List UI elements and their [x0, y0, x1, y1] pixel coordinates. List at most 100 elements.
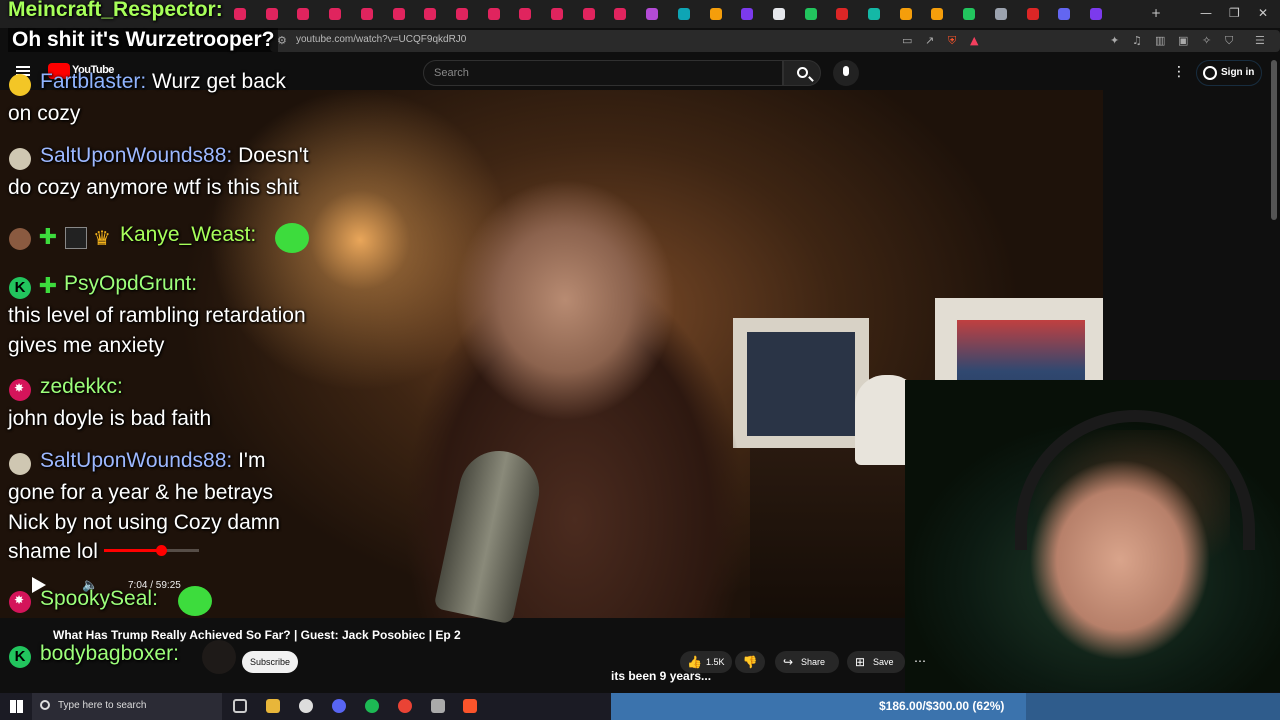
kick-badge-icon: K: [9, 646, 31, 668]
new-tab-icon[interactable]: +: [1151, 6, 1161, 20]
save-button[interactable]: ⊞ Save: [847, 651, 905, 673]
media-icon[interactable]: ♫: [1132, 34, 1142, 47]
thumbs-down-icon: 👎: [742, 655, 758, 669]
browser-tab-favicon-icon[interactable]: [963, 8, 976, 20]
taskbar-search[interactable]: Type here to search: [32, 693, 222, 720]
chrome-icon[interactable]: [398, 699, 412, 713]
voice-search-button[interactable]: [833, 60, 859, 86]
red-badge-icon: [9, 591, 31, 613]
browser-tab-favicon-icon[interactable]: [424, 8, 437, 20]
site-info-icon[interactable]: ⚙: [277, 34, 287, 47]
browser-tab-favicon-icon[interactable]: [455, 8, 468, 20]
more-actions-icon[interactable]: ⋯: [914, 654, 926, 668]
browser-tab-favicon-icon[interactable]: [1026, 8, 1039, 20]
browser-tab-favicon-icon[interactable]: [931, 8, 944, 20]
sidebar-icon[interactable]: ▥: [1155, 34, 1165, 47]
more-options-icon[interactable]: ⋮: [1172, 64, 1186, 80]
browser-tab-favicon-icon[interactable]: [329, 8, 342, 20]
sign-in-button[interactable]: Sign in: [1196, 60, 1262, 86]
chat-message-text: gives me anxiety: [8, 334, 165, 357]
browser-tab-favicon-icon[interactable]: [1089, 8, 1102, 20]
save-icon: ⊞: [855, 655, 866, 669]
browser-menu-icon[interactable]: ☰: [1255, 34, 1265, 47]
chat-username: Fartblaster:: [40, 70, 147, 93]
chat-username: SpookySeal:: [40, 587, 158, 610]
browser-tab-favicon-icon[interactable]: [741, 8, 754, 20]
green-emote-icon: [275, 223, 309, 253]
browser-tab-favicon-icon[interactable]: [994, 8, 1007, 20]
extensions-icon[interactable]: ✦: [1110, 34, 1119, 47]
search-placeholder: Search: [434, 67, 469, 79]
task-view-icon[interactable]: [233, 699, 247, 713]
browser-tab-favicon-icon[interactable]: [487, 8, 500, 20]
browser-tab-favicon-icon[interactable]: [709, 8, 722, 20]
wallet-icon[interactable]: ▣: [1178, 34, 1188, 47]
share-button[interactable]: ↪ Share: [775, 651, 839, 673]
cast-icon[interactable]: ▭: [902, 34, 912, 47]
browser-tab-favicon-icon[interactable]: [836, 8, 849, 20]
app-icon[interactable]: [431, 699, 445, 713]
browser-tab-favicon-icon[interactable]: [265, 8, 278, 20]
crown-icon: ♛: [93, 226, 111, 250]
minimize-icon[interactable]: —: [1200, 6, 1212, 20]
video-progress-bar[interactable]: [104, 545, 199, 556]
dislike-button[interactable]: 👎: [735, 651, 765, 673]
browser-tab-favicon-icon[interactable]: [899, 8, 912, 20]
badge-icon: [9, 148, 31, 170]
browser-tab-favicon-icon[interactable]: [392, 8, 405, 20]
avatar-badge-icon: [9, 228, 31, 250]
browser-tab-favicon-icon[interactable]: [360, 8, 373, 20]
donation-goal-bar: $186.00/$300.00 (62%): [611, 693, 1280, 720]
maximize-icon[interactable]: ❐: [1229, 6, 1240, 20]
chat-username: zedekkc:: [40, 375, 123, 398]
donation-goal-text: $186.00/$300.00 (62%): [879, 699, 1005, 713]
search-input[interactable]: Search: [423, 60, 783, 86]
browser-tab-favicon-icon[interactable]: [614, 8, 627, 20]
close-icon[interactable]: ✕: [1258, 6, 1268, 20]
chat-message-text: Nick by not using Cozy damn: [8, 511, 280, 534]
search-icon: [797, 67, 808, 78]
browser-tab-favicon-icon[interactable]: [582, 8, 595, 20]
browser-tab-favicon-icon[interactable]: [868, 8, 880, 20]
chat-username: SaltUponWounds88:: [40, 449, 233, 472]
chat-header-user: Meincraft_Respector:: [8, 0, 223, 21]
account-icon: [1203, 66, 1217, 80]
browser-tab-favicon-icon[interactable]: [772, 8, 785, 20]
channel-avatar[interactable]: [202, 640, 236, 674]
leo-icon[interactable]: ✧: [1202, 34, 1211, 47]
chat-username: PsyOpdGrunt:: [64, 272, 198, 295]
search-button[interactable]: [783, 60, 821, 86]
red-badge-icon: [9, 379, 31, 401]
url-text[interactable]: youtube.com/watch?v=UCQF9qkdRJ0: [296, 34, 466, 45]
vpn-icon[interactable]: ⛉: [1225, 34, 1233, 48]
streamer-webcam: [905, 380, 1280, 692]
subscribe-button[interactable]: Subscribe: [242, 651, 298, 673]
brave-icon[interactable]: [463, 699, 477, 713]
discord-icon[interactable]: [332, 699, 346, 713]
video-scrubber-handle[interactable]: [156, 545, 167, 556]
windows-start-icon[interactable]: [10, 700, 23, 713]
obs-icon[interactable]: [299, 699, 313, 713]
brave-shield-icon[interactable]: ⛨: [948, 34, 956, 48]
like-count: 1.5K: [706, 657, 725, 667]
share-page-icon[interactable]: ↗: [925, 34, 934, 47]
browser-tab-favicon-icon[interactable]: [519, 8, 532, 20]
rewards-icon[interactable]: ▲: [970, 34, 978, 47]
browser-tab-favicon-icon[interactable]: [234, 8, 246, 20]
browser-tab-favicon-icon[interactable]: [297, 8, 310, 20]
browser-tab-favicon-icon[interactable]: [804, 8, 817, 20]
chat-message-text: Doesn't: [238, 144, 309, 167]
page-scrollbar[interactable]: [1271, 60, 1277, 220]
browser-tab-favicon-icon[interactable]: [551, 8, 563, 20]
chat-header-message: Oh shit it's Wurzetrooper?: [8, 28, 279, 52]
file-explorer-icon[interactable]: [266, 699, 280, 713]
spotify-icon[interactable]: [365, 699, 379, 713]
search-icon: [40, 700, 50, 710]
browser-tab-favicon-icon[interactable]: [677, 8, 690, 20]
address-bar[interactable]: ⚙ youtube.com/watch?v=UCQF9qkdRJ0 ▭ ↗ ⛨ …: [270, 30, 1280, 52]
browser-tab-favicon-icon[interactable]: [646, 8, 659, 20]
chat-message-text: this level of rambling retardation: [8, 304, 306, 327]
chat-username: SaltUponWounds88:: [40, 144, 233, 167]
browser-tab-favicon-icon[interactable]: [1058, 8, 1071, 20]
stream-caption: its been 9 years...: [611, 669, 712, 683]
